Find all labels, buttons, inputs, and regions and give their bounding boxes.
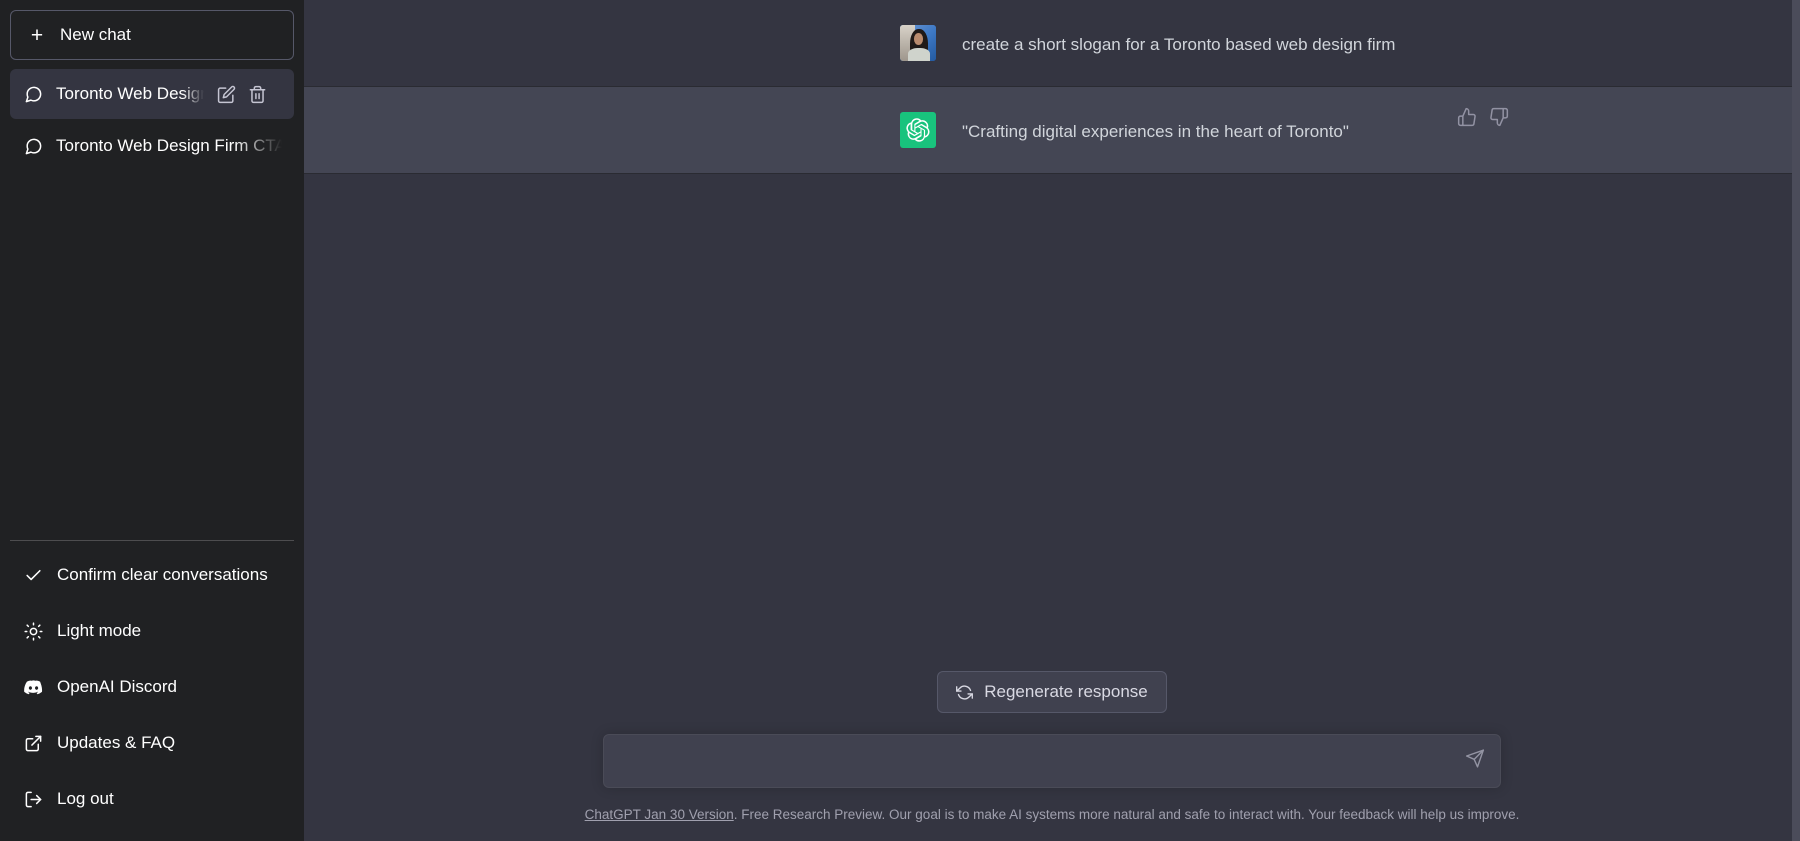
pencil-icon[interactable] xyxy=(217,85,236,104)
message-text: create a short slogan for a Toronto base… xyxy=(962,35,1396,54)
sidebar: + New chat Toronto Web Design Sl xyxy=(0,0,304,841)
logout-icon xyxy=(24,790,43,809)
conversation-list: Toronto Web Design Sl xyxy=(10,69,294,540)
sidebar-item-openai-discord[interactable]: OpenAI Discord xyxy=(10,659,294,715)
composer-area: Regenerate response ChatGPT Jan 30 Versi… xyxy=(304,671,1800,841)
thumbs-down-icon[interactable] xyxy=(1489,107,1509,132)
plus-icon: + xyxy=(30,23,44,47)
main-chat-area: create a short slogan for a Toronto base… xyxy=(304,0,1800,841)
refresh-icon xyxy=(956,684,974,701)
message-feedback-actions xyxy=(1457,107,1707,132)
chat-scroll-spacer xyxy=(304,174,1800,671)
sidebar-chat-title: Toronto Web Design Sl xyxy=(56,69,204,119)
sidebar-chat-item-active[interactable]: Toronto Web Design Sl xyxy=(10,69,294,119)
sidebar-item-label: Updates & FAQ xyxy=(57,733,176,752)
trash-icon[interactable] xyxy=(248,85,267,104)
sidebar-item-label: Confirm clear conversations xyxy=(57,565,268,584)
avatar xyxy=(900,25,936,61)
chatgpt-app: + New chat Toronto Web Design Sl xyxy=(0,0,1800,841)
sidebar-chat-title: Toronto Web Design Firm CTA xyxy=(56,121,282,171)
sidebar-item-label: Log out xyxy=(57,789,114,808)
sidebar-item-light-mode[interactable]: Light mode xyxy=(10,603,294,659)
chat-input-container[interactable] xyxy=(603,734,1501,789)
chatgpt-version-link[interactable]: ChatGPT Jan 30 Version xyxy=(585,807,734,822)
message-square-icon xyxy=(24,137,43,156)
external-link-icon xyxy=(24,734,43,753)
discord-icon xyxy=(24,678,43,697)
sidebar-item-label: Light mode xyxy=(57,621,142,640)
footer-disclaimer: ChatGPT Jan 30 Version. Free Research Pr… xyxy=(585,806,1520,825)
sun-icon xyxy=(24,621,43,641)
chatgpt-logo-icon xyxy=(900,112,936,148)
thumbs-up-icon[interactable] xyxy=(1457,107,1477,132)
footer-disclaimer-text: . Free Research Preview. Our goal is to … xyxy=(733,807,1520,823)
sidebar-divider xyxy=(10,540,294,541)
chat-item-actions xyxy=(217,85,271,104)
new-chat-label: New chat xyxy=(60,25,131,44)
message-square-icon xyxy=(24,85,43,104)
chat-input[interactable] xyxy=(604,735,1500,788)
send-icon[interactable] xyxy=(1461,745,1489,778)
check-icon xyxy=(24,566,43,585)
scrollbar-track[interactable] xyxy=(1792,0,1800,841)
message-inner: create a short slogan for a Toronto base… xyxy=(304,0,1800,86)
sidebar-menu: Confirm clear conversations Light mode O… xyxy=(10,547,294,831)
sidebar-item-confirm-clear-conversations[interactable]: Confirm clear conversations xyxy=(10,547,294,603)
sidebar-chat-item[interactable]: Toronto Web Design Firm CTA xyxy=(10,121,294,171)
message-inner: "Crafting digital experiences in the hea… xyxy=(304,87,1800,173)
sidebar-item-label: OpenAI Discord xyxy=(57,677,177,696)
sidebar-item-log-out[interactable]: Log out xyxy=(10,771,294,827)
message-row-user: create a short slogan for a Toronto base… xyxy=(304,0,1800,87)
regenerate-response-button[interactable]: Regenerate response xyxy=(937,671,1167,714)
sidebar-item-updates-and-faq[interactable]: Updates & FAQ xyxy=(10,715,294,771)
regenerate-response-label: Regenerate response xyxy=(984,682,1148,702)
message-row-assistant: "Crafting digital experiences in the hea… xyxy=(304,87,1800,174)
new-chat-button[interactable]: + New chat xyxy=(10,10,294,60)
